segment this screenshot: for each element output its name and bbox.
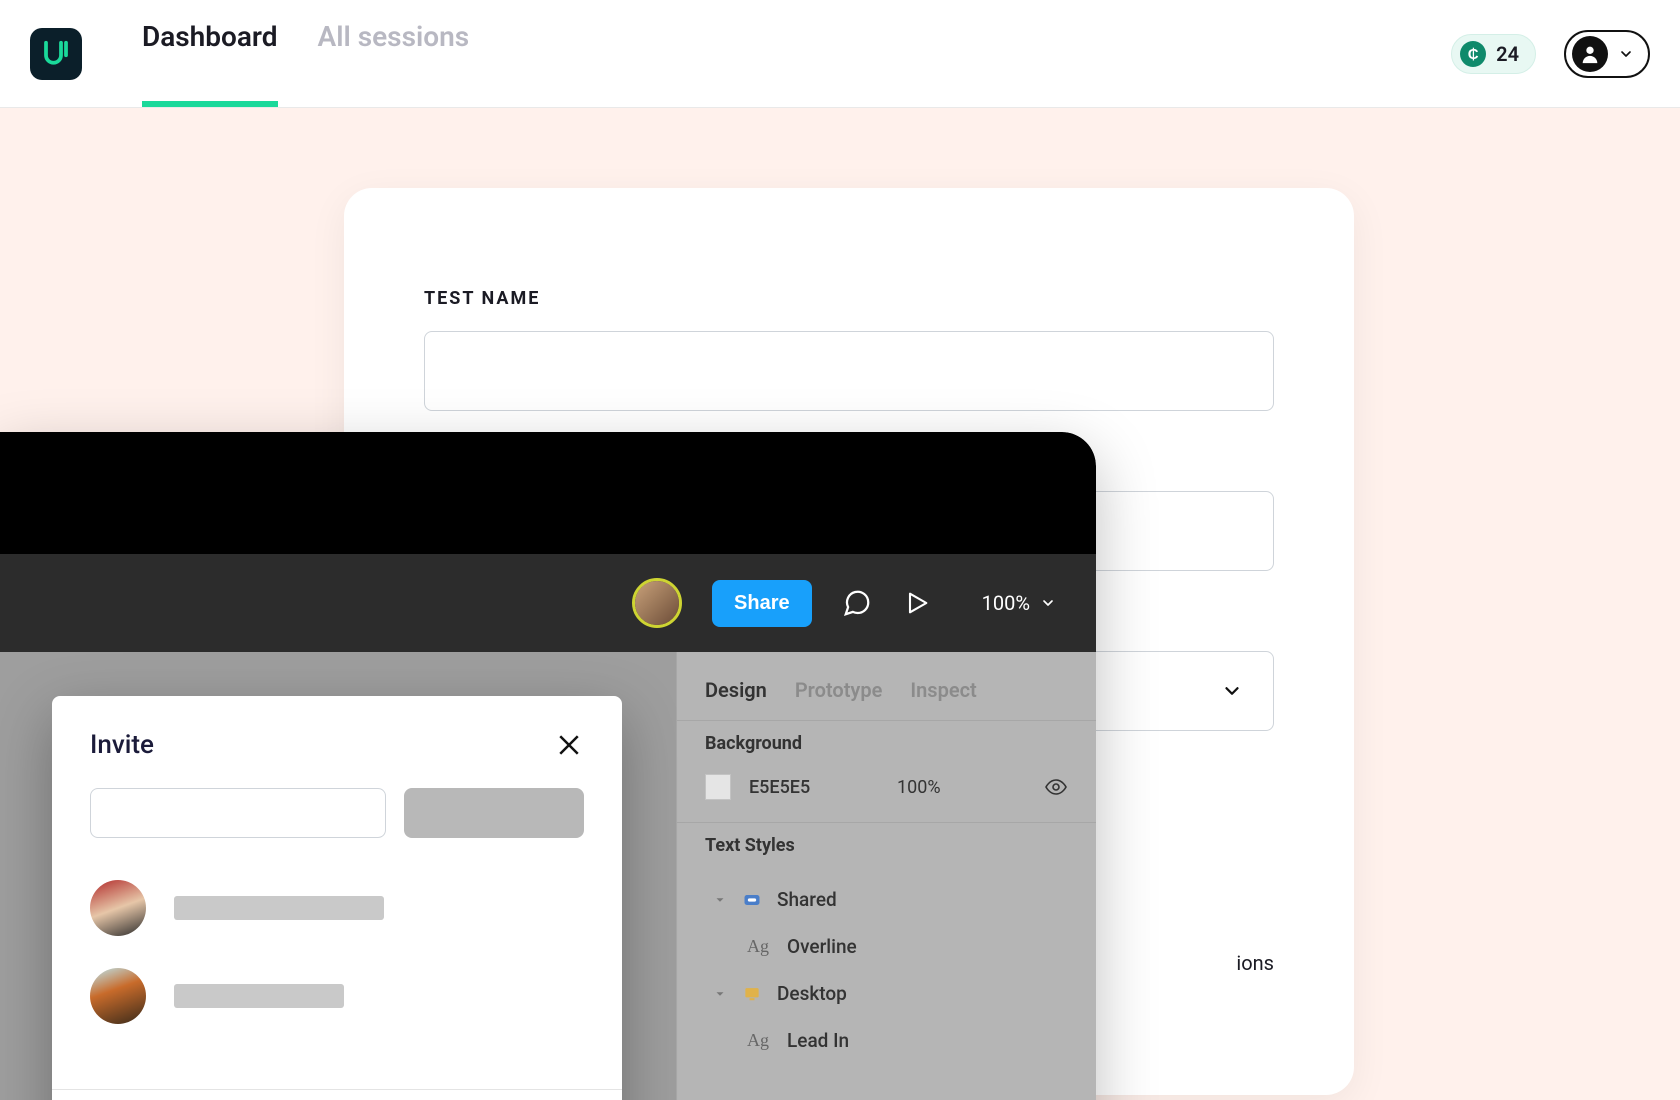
panel-section-text-styles: Text Styles Shared Ag Overline xyxy=(677,822,1096,1086)
panel-section-background: Background E5E5E5 100% xyxy=(677,720,1096,822)
member-avatar xyxy=(90,968,146,1024)
header-right: ₵ 24 xyxy=(1451,30,1650,78)
visibility-toggle[interactable] xyxy=(1044,775,1068,799)
caret-down-icon xyxy=(713,893,727,907)
close-icon xyxy=(554,730,584,760)
invite-footer: Copy link xyxy=(52,1089,622,1100)
invite-send-button[interactable] xyxy=(404,788,584,838)
credits-coin-icon: ₵ xyxy=(1460,41,1486,67)
background-opacity[interactable]: 100% xyxy=(897,777,941,798)
share-button[interactable]: Share xyxy=(712,580,812,627)
panel-tab-label: Design xyxy=(705,678,767,702)
invite-input-row xyxy=(52,778,622,864)
avatar-image xyxy=(635,581,679,625)
figma-body: Invite xyxy=(0,652,1096,1100)
panel-tabs: Design Prototype Inspect xyxy=(677,652,1096,720)
member-row xyxy=(90,952,584,1040)
credits-pill[interactable]: ₵ 24 xyxy=(1451,34,1536,74)
member-avatar xyxy=(90,880,146,936)
comments-button[interactable] xyxy=(842,588,872,618)
invite-member-list xyxy=(52,864,622,1050)
style-item-name: Overline xyxy=(787,935,857,958)
test-name-input[interactable] xyxy=(424,331,1274,411)
invite-header: Invite xyxy=(52,696,622,778)
panel-heading: Background xyxy=(705,733,1068,754)
chat-bubble-icon xyxy=(842,588,872,618)
invite-title: Invite xyxy=(90,730,154,760)
zoom-control[interactable]: 100% xyxy=(982,591,1056,615)
chevron-down-icon xyxy=(1618,46,1634,62)
credits-count: 24 xyxy=(1496,42,1519,66)
collaborator-avatar[interactable] xyxy=(632,578,682,628)
caret-down-icon xyxy=(713,987,727,1001)
present-button[interactable] xyxy=(902,588,932,618)
eye-icon xyxy=(1044,775,1068,799)
chevron-down-icon xyxy=(1040,595,1056,611)
chevron-down-icon xyxy=(1221,680,1243,702)
field-test-name: TEST NAME xyxy=(424,288,1274,411)
panel-tab-prototype[interactable]: Prototype xyxy=(795,678,883,702)
panel-tab-label: Inspect xyxy=(910,678,976,702)
user-icon xyxy=(1579,43,1601,65)
play-icon xyxy=(903,589,931,617)
credits-symbol: ₵ xyxy=(1468,45,1479,63)
nav-tabs: Dashboard All sessions xyxy=(142,0,469,107)
panel-tab-inspect[interactable]: Inspect xyxy=(910,678,976,702)
close-button[interactable] xyxy=(554,730,584,760)
style-group-name: Shared xyxy=(777,888,837,911)
color-swatch[interactable] xyxy=(705,774,731,800)
figma-canvas[interactable]: Invite xyxy=(0,652,676,1100)
zoom-value: 100% xyxy=(982,591,1030,615)
logo-icon xyxy=(41,39,71,69)
member-name-placeholder xyxy=(174,984,344,1008)
page-body: TEST NAME ions Share xyxy=(0,108,1680,1100)
nav-tab-dashboard[interactable]: Dashboard xyxy=(142,0,278,107)
style-item-lead-in[interactable]: Ag Lead In xyxy=(705,1017,1068,1064)
panel-tab-label: Prototype xyxy=(795,678,883,702)
ag-icon: Ag xyxy=(743,1030,773,1051)
style-item-name: Lead In xyxy=(787,1029,849,1052)
nav-tab-all-sessions[interactable]: All sessions xyxy=(318,0,470,107)
style-group-name: Desktop xyxy=(777,982,847,1005)
background-row[interactable]: E5E5E5 100% xyxy=(705,774,1068,800)
nav-tab-label: Dashboard xyxy=(142,20,278,53)
profile-menu[interactable] xyxy=(1564,30,1650,78)
ag-icon: Ag xyxy=(743,936,773,957)
background-hex[interactable]: E5E5E5 xyxy=(749,777,849,798)
style-group-desktop[interactable]: Desktop xyxy=(705,970,1068,1017)
app-logo[interactable] xyxy=(30,28,82,80)
invite-email-input[interactable] xyxy=(90,788,386,838)
avatar xyxy=(1572,36,1608,72)
invite-modal: Invite xyxy=(52,696,622,1100)
nav-tab-label: All sessions xyxy=(318,20,470,53)
options-text: ions xyxy=(1236,951,1274,975)
desktop-icon xyxy=(741,983,763,1005)
app-header: Dashboard All sessions ₵ 24 xyxy=(0,0,1680,108)
figma-window: Share 100% xyxy=(0,432,1096,1100)
share-button-label: Share xyxy=(734,592,790,614)
member-row xyxy=(90,864,584,952)
figma-toolbar: Share 100% xyxy=(0,554,1096,652)
field-label: TEST NAME xyxy=(424,288,1274,309)
figma-right-panel: Design Prototype Inspect Background E5E5… xyxy=(676,652,1096,1100)
shared-icon xyxy=(741,889,763,911)
style-group-shared[interactable]: Shared xyxy=(705,876,1068,923)
panel-tab-design[interactable]: Design xyxy=(705,678,767,702)
member-name-placeholder xyxy=(174,896,384,920)
style-item-overline[interactable]: Ag Overline xyxy=(705,923,1068,970)
figma-titlebar xyxy=(0,432,1096,554)
panel-heading: Text Styles xyxy=(705,835,1068,856)
